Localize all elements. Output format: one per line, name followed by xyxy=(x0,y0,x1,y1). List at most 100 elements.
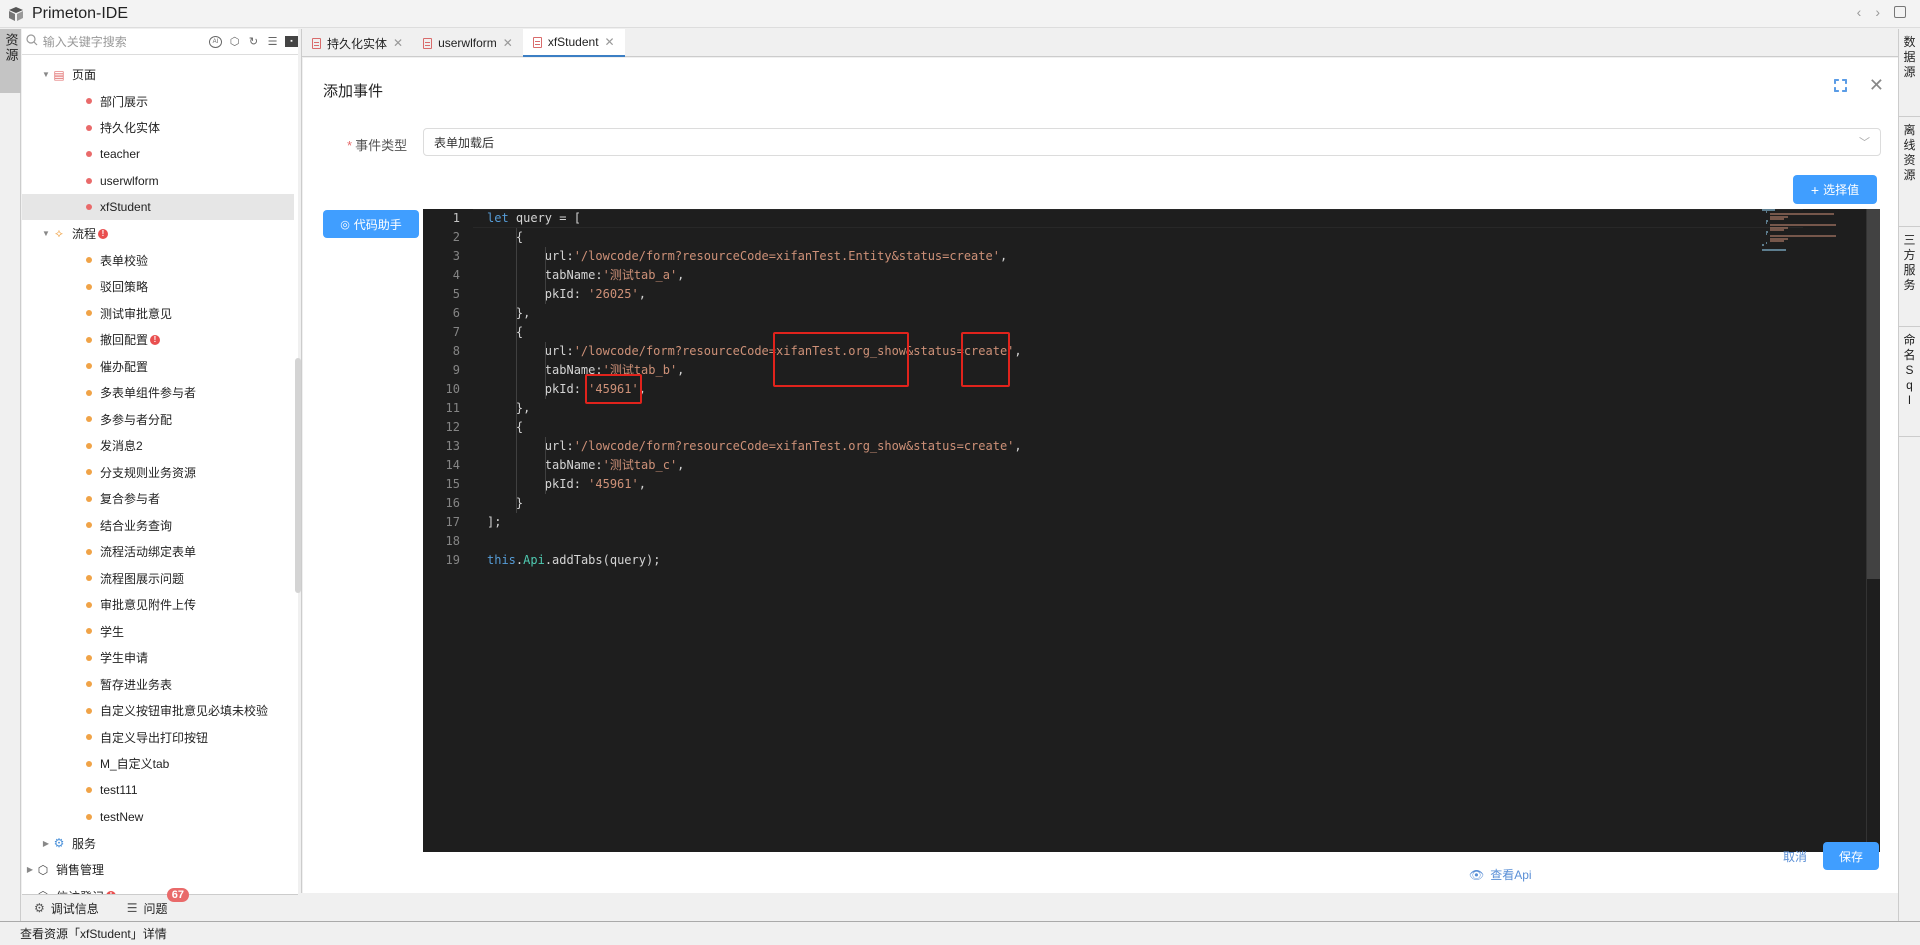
tree-item[interactable]: testNew xyxy=(22,804,294,830)
tree-item[interactable]: 测试审批意见 xyxy=(22,300,294,326)
line-number: 5 xyxy=(423,285,460,304)
ai-icon[interactable]: AI xyxy=(209,36,222,48)
save-button[interactable]: 保存 xyxy=(1823,842,1879,870)
view-api-link[interactable]: 👁 查看Api xyxy=(1469,866,1532,883)
caret-right-icon[interactable]: ▶ xyxy=(40,839,52,848)
editor-tab[interactable]: userwlform✕ xyxy=(413,29,523,57)
code-editor[interactable]: 12345678910111213141516171819 let query … xyxy=(423,209,1880,852)
line-number: 17 xyxy=(423,513,460,532)
tree-item[interactable]: 审批意见附件上传 xyxy=(22,592,294,618)
tree-item[interactable]: 多表单组件参与者 xyxy=(22,380,294,406)
tab-close-icon[interactable]: ✕ xyxy=(393,36,403,50)
tree-item[interactable]: ▶▤实体 xyxy=(22,56,294,61)
collapse-icon[interactable]: ☰ xyxy=(266,35,279,48)
resources-panel-tab[interactable]: 资源 xyxy=(0,29,21,93)
panel-divider[interactable] xyxy=(301,29,302,893)
tab-label: 持久化实体 xyxy=(327,35,387,52)
editor-scrollbar[interactable] xyxy=(1867,209,1880,579)
editor-tab[interactable]: 持久化实体 ✕ xyxy=(302,29,413,57)
code-line: pkId: '45961', xyxy=(487,475,646,494)
app-title: Primeton-IDE xyxy=(32,5,128,23)
bullet-icon xyxy=(86,814,92,820)
tree-item[interactable]: 部门展示 xyxy=(22,88,294,114)
bullet-icon xyxy=(86,416,92,422)
tree-item-label: 撤回配置 xyxy=(100,331,148,348)
tree-item[interactable]: 自定义按钮审批意见必填未校验 xyxy=(22,698,294,724)
back-icon[interactable]: ‹ xyxy=(1857,4,1862,20)
tree-item[interactable]: 发消息2 xyxy=(22,433,294,459)
tree-item[interactable]: 驳回策略 xyxy=(22,274,294,300)
tree-item[interactable]: ▼▤页面 xyxy=(22,62,294,88)
tree-item[interactable]: ▼⟡流程! xyxy=(22,221,294,247)
tree-item[interactable]: xfStudent xyxy=(22,194,294,220)
dialog-title: 添加事件 xyxy=(323,80,383,101)
tree-item[interactable]: test111 xyxy=(22,777,294,803)
plus-icon: + xyxy=(1811,182,1819,198)
bullet-icon xyxy=(86,363,92,369)
cancel-button[interactable]: 取消 xyxy=(1783,848,1807,865)
caret-right-icon[interactable]: ▶ xyxy=(24,865,36,874)
tree-item[interactable]: 学生申请 xyxy=(22,645,294,671)
tree-item-label: 学生 xyxy=(100,623,124,640)
tree-item[interactable]: M_自定义tab xyxy=(22,751,294,777)
tree-item[interactable]: 学生 xyxy=(22,618,294,644)
fullscreen-icon[interactable] xyxy=(1834,79,1847,92)
add-module-icon[interactable]: ⬡ xyxy=(228,35,241,48)
tab-close-icon[interactable]: ✕ xyxy=(503,36,513,50)
debug-info-button[interactable]: ⚙ 调试信息 xyxy=(34,900,99,917)
tree-item-label: 驳回策略 xyxy=(100,278,148,295)
tree-item[interactable]: 分支规则业务资源 xyxy=(22,459,294,485)
problems-button[interactable]: ☰ 问题 67 xyxy=(127,900,168,917)
tab-close-icon[interactable]: ✕ xyxy=(605,35,615,49)
line-number: 10 xyxy=(423,380,460,399)
tree-item[interactable]: 表单校验 xyxy=(22,247,294,273)
tree-item[interactable]: ▶⚙服务 xyxy=(22,830,294,856)
refresh-icon[interactable]: ↻ xyxy=(247,35,260,48)
tree-item-label: 复合参与者 xyxy=(100,490,160,507)
caret-down-icon[interactable]: ▼ xyxy=(40,70,52,79)
right-panel-tab-char: 源 xyxy=(1903,168,1915,183)
editor-tabs: 持久化实体✕userwlform✕xfStudent✕ xyxy=(302,29,1898,57)
required-mark: * xyxy=(347,138,352,153)
tree-item[interactable]: 流程图展示问题 xyxy=(22,565,294,591)
tree-item[interactable]: 结合业务查询 xyxy=(22,512,294,538)
event-type-select[interactable]: 表单加载后 ﹀ xyxy=(423,128,1881,156)
line-number: 9 xyxy=(423,361,460,380)
search-input[interactable] xyxy=(43,35,205,49)
resource-sidebar: AI ⬡ ↻ ☰ ▪ ▶▤实体▼▤页面部门展示持久化实体teacheruserw… xyxy=(22,29,298,921)
save-window-icon[interactable] xyxy=(1894,6,1906,18)
tree-item[interactable]: 持久化实体 xyxy=(22,115,294,141)
tree-item[interactable]: 多参与者分配 xyxy=(22,406,294,432)
code-assist-label: 代码助手 xyxy=(354,216,402,233)
tree-item[interactable]: 撤回配置! xyxy=(22,327,294,353)
close-icon[interactable]: ✕ xyxy=(1869,78,1884,92)
right-panel-tab[interactable]: 命名Sql xyxy=(1899,327,1920,437)
annotation-highlight-box xyxy=(961,332,1010,387)
line-number: 16 xyxy=(423,494,460,513)
right-panel-tab-char: S xyxy=(1905,363,1913,378)
right-panel-tab[interactable]: 离线资源 xyxy=(1899,117,1920,227)
tree-item[interactable]: 流程活动绑定表单 xyxy=(22,539,294,565)
code-minimap[interactable] xyxy=(1762,209,1852,269)
tree-item[interactable]: userwlform xyxy=(22,168,294,194)
tree-item[interactable]: teacher xyxy=(22,141,294,167)
tree-item[interactable]: 复合参与者 xyxy=(22,486,294,512)
chevron-down-icon: ﹀ xyxy=(1859,134,1870,150)
right-panel-tab[interactable]: 三方服务 xyxy=(1899,227,1920,327)
right-panel-tab[interactable]: 数据源 xyxy=(1899,29,1920,117)
line-number: 7 xyxy=(423,323,460,342)
choose-value-button[interactable]: + 选择值 xyxy=(1793,175,1877,204)
forward-icon[interactable]: › xyxy=(1875,4,1880,20)
tree-item[interactable]: 自定义导出打印按钮 xyxy=(22,724,294,750)
bullet-icon xyxy=(86,628,92,634)
right-panel-tab-char: 务 xyxy=(1903,278,1915,293)
editor-tab[interactable]: xfStudent✕ xyxy=(523,29,625,57)
code-assist-button[interactable]: ◎ 代码助手 xyxy=(323,210,419,238)
bullet-icon xyxy=(86,310,92,316)
caret-down-icon[interactable]: ▼ xyxy=(40,229,52,238)
tree-item[interactable]: 暂存进业务表 xyxy=(22,671,294,697)
search-bar: AI ⬡ ↻ ☰ ▪ xyxy=(22,29,298,55)
tree-item[interactable]: ▶⬡销售管理 xyxy=(22,857,294,883)
toggle-view-icon[interactable]: ▪ xyxy=(285,36,298,47)
tree-item[interactable]: 催办配置 xyxy=(22,353,294,379)
